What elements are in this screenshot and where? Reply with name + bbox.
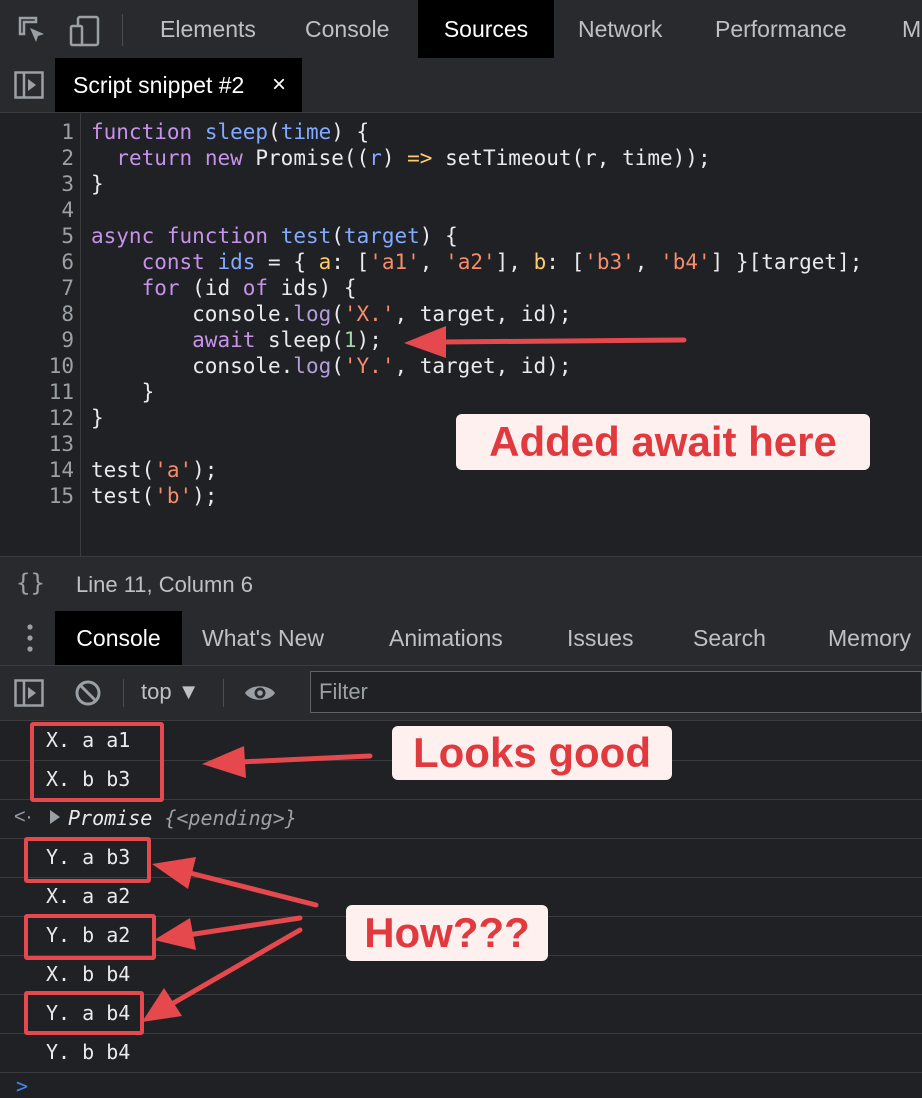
callout-how: How??? [346,905,548,961]
callout-looks-good: Looks good [392,726,672,780]
callout-added-await: Added await here [456,414,870,470]
